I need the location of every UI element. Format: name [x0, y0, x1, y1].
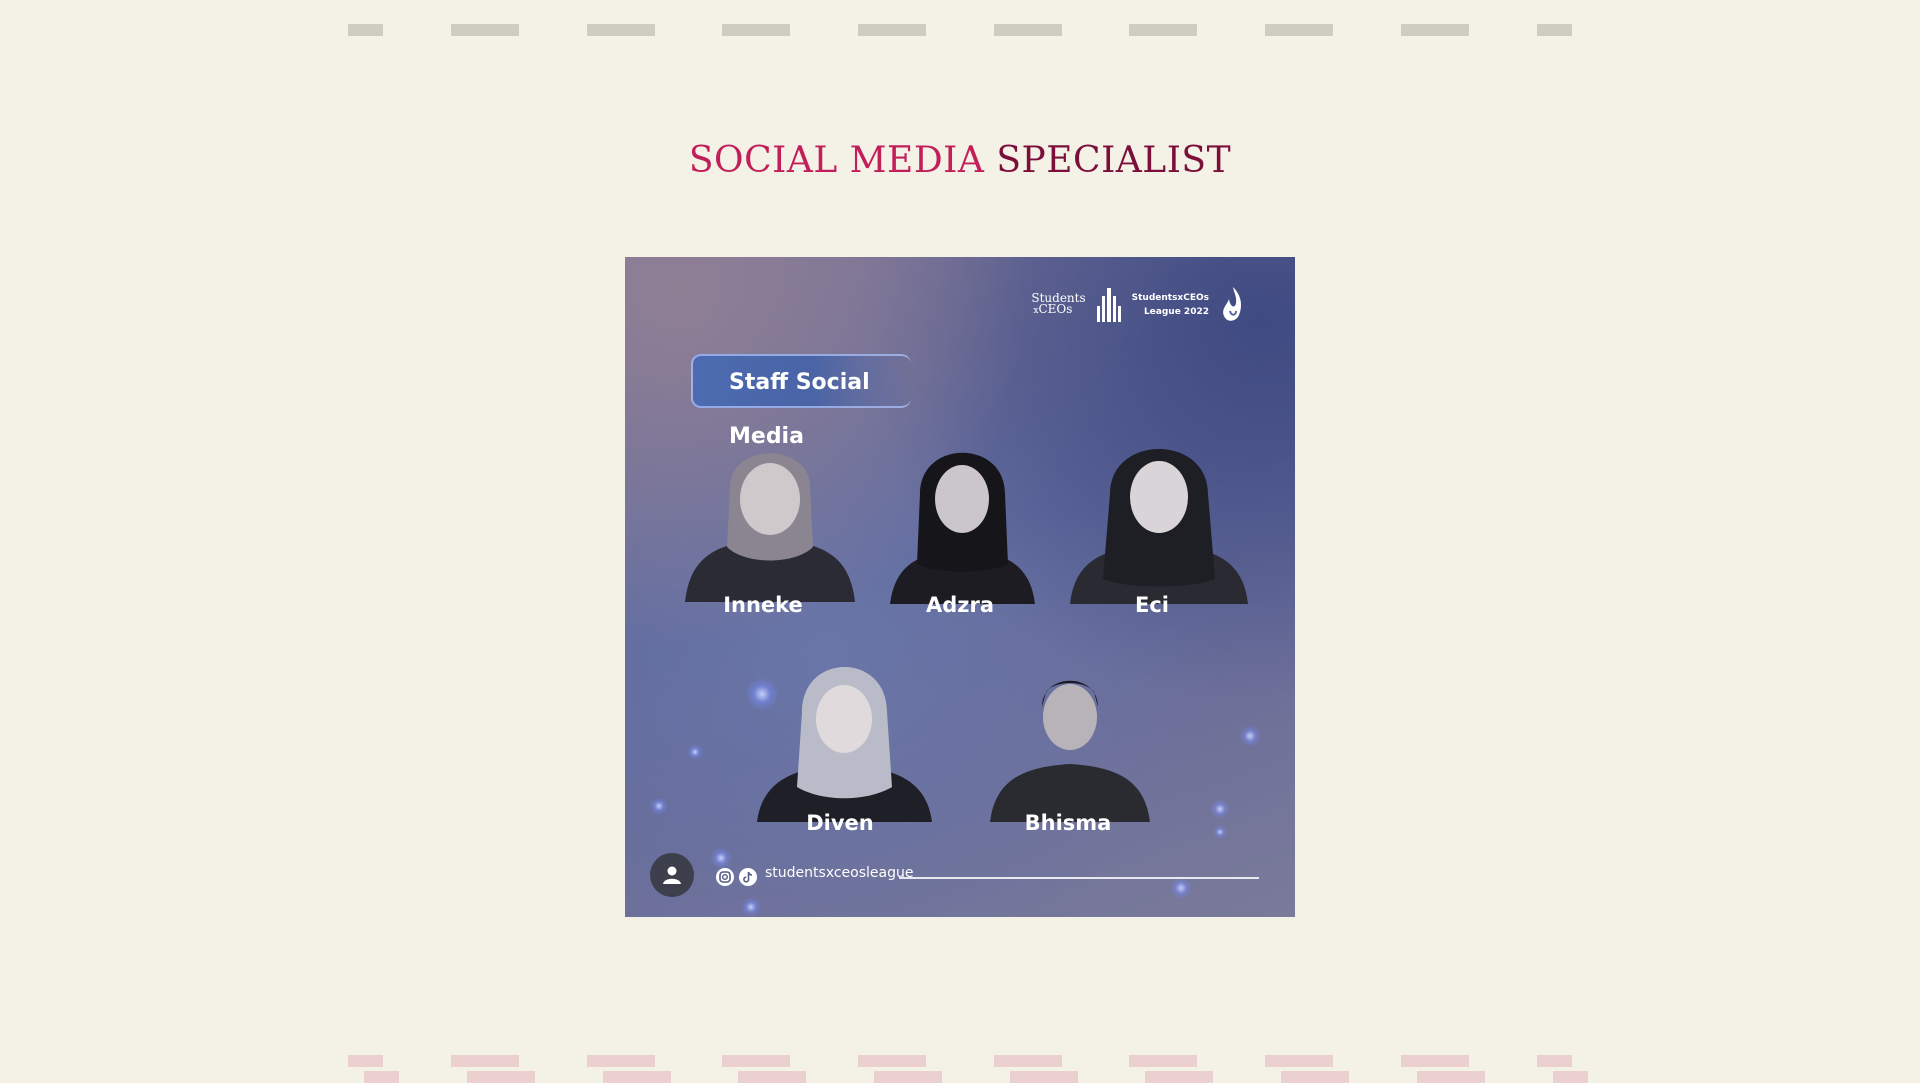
flame-logo-icon	[1223, 287, 1241, 321]
member-name-bhisma: Bhisma	[1024, 811, 1112, 835]
bottom-dash-divider-2	[0, 1071, 1920, 1083]
member-name-diven: Diven	[806, 811, 874, 835]
photo-inneke	[685, 427, 855, 602]
top-dash-divider	[0, 24, 1920, 36]
students-x-ceos-logo: Students xCEOs	[1031, 291, 1086, 316]
title-part-2: SPECIALIST	[996, 140, 1232, 181]
poster-footer: studentsxceosleague	[650, 853, 1270, 897]
league-2022-logo-text: StudentsxCEOs League 2022	[1131, 293, 1209, 317]
page-title: SOCIAL MEDIA SPECIALIST	[0, 140, 1920, 181]
photo-adzra	[890, 434, 1035, 604]
title-part-1: SOCIAL MEDIA	[688, 140, 985, 181]
instagram-icon[interactable]	[716, 868, 734, 886]
bottom-dash-divider	[0, 1055, 1920, 1067]
staff-social-media-badge: Staff Social Media	[691, 354, 911, 449]
member-name-inneke: Inneke	[723, 593, 803, 617]
photo-eci	[1070, 429, 1248, 604]
staff-poster-image: Students xCEOs StudentsxCEOs League 2022…	[625, 257, 1295, 917]
footer-divider	[899, 877, 1259, 879]
event-logos: Students xCEOs StudentsxCEOs League 2022	[1031, 285, 1245, 325]
member-name-eci: Eci	[1135, 593, 1169, 617]
tiktok-icon[interactable]	[739, 868, 757, 886]
social-handle: studentsxceosleague	[765, 865, 914, 881]
photo-diven	[757, 647, 932, 822]
photo-bhisma	[990, 652, 1150, 822]
tower-logo-icon	[1096, 288, 1121, 322]
user-icon[interactable]	[650, 853, 694, 897]
member-name-adzra: Adzra	[925, 593, 995, 617]
